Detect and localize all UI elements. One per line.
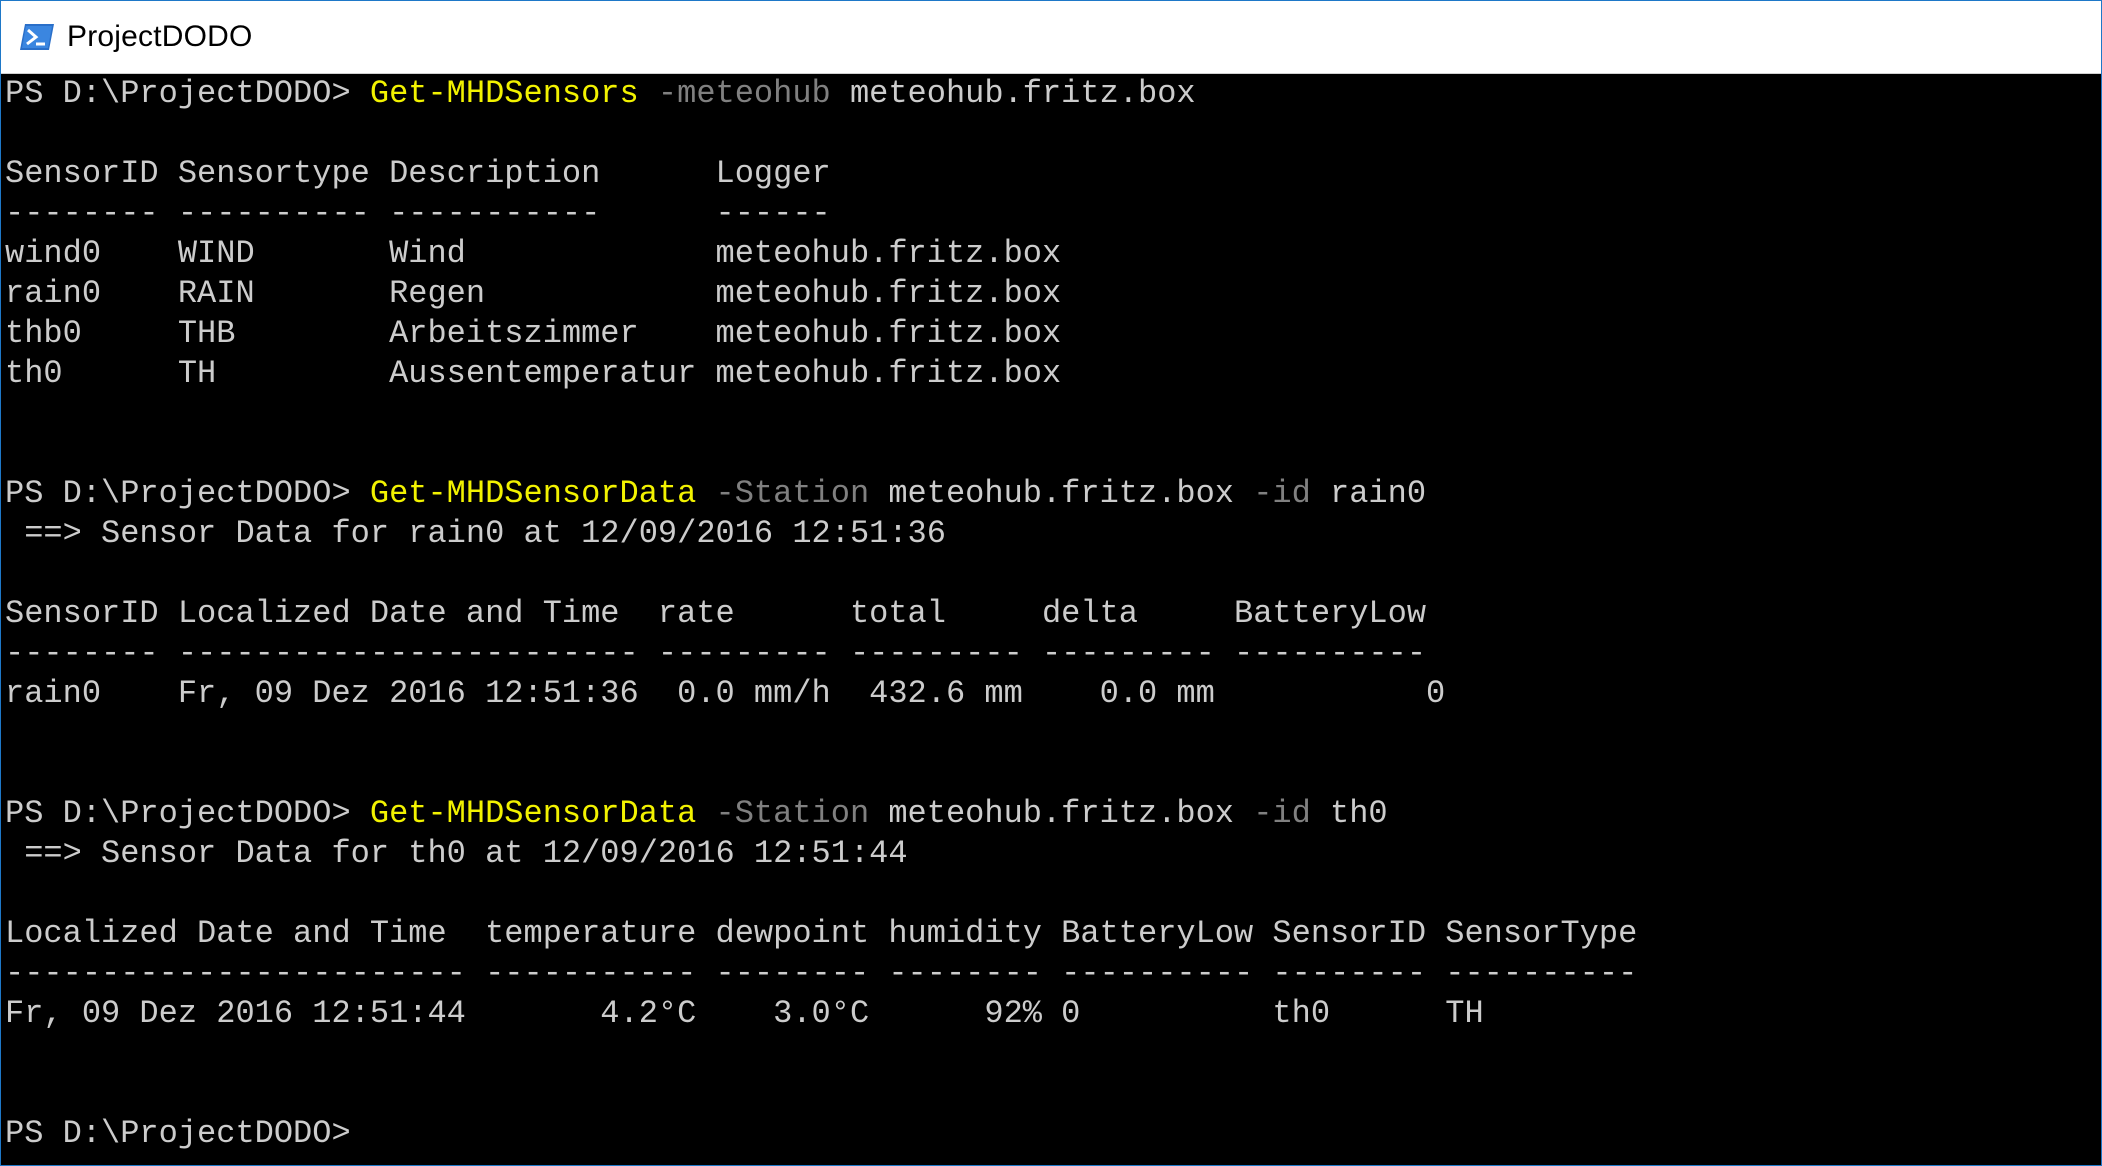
powershell-window: ProjectDODO PS D:\ProjectDODO> Get-MHDSe… (0, 0, 2102, 1166)
console-text: -------- ------------------------ ------… (5, 635, 1427, 672)
console-text: PS D:\ProjectDODO> (5, 75, 370, 112)
console-text: wind0 WIND Wind meteohub.fritz.box (5, 235, 1062, 272)
console-line: Localized Date and Time temperature dewp… (5, 914, 2101, 954)
console-line: PS D:\ProjectDODO> (5, 1114, 2101, 1154)
console-text: ------------------------ ----------- ---… (5, 955, 1638, 992)
console-line: PS D:\ProjectDODO> Get-MHDSensors -meteo… (5, 74, 2101, 114)
console-text: SensorID Localized Date and Time rate to… (5, 595, 1427, 632)
parameter-name: -meteohub (638, 75, 831, 112)
console-line: ==> Sensor Data for rain0 at 12/09/2016 … (5, 514, 2101, 554)
console-text: PS D:\ProjectDODO> (5, 795, 370, 832)
console-text: SensorID Sensortype Description Logger (5, 155, 831, 192)
console-line: th0 TH Aussentemperatur meteohub.fritz.b… (5, 354, 2101, 394)
console-text: Localized Date and Time temperature dewp… (5, 915, 1638, 952)
console-line: PS D:\ProjectDODO> Get-MHDSensorData -St… (5, 794, 2101, 834)
console-text: -------- ---------- ----------- ------ (5, 195, 831, 232)
console-text: ==> Sensor Data for th0 at 12/09/2016 12… (5, 835, 908, 872)
console-line: SensorID Localized Date and Time rate to… (5, 594, 2101, 634)
console-line: -------- ------------------------ ------… (5, 634, 2101, 674)
console-line: rain0 Fr, 09 Dez 2016 12:51:36 0.0 mm/h … (5, 674, 2101, 714)
console-line: -------- ---------- ----------- ------ (5, 194, 2101, 234)
console-text: meteohub.fritz.box (869, 795, 1234, 832)
parameter-name: -id (1234, 795, 1311, 832)
cmdlet-name: Get-MHDSensorData (369, 795, 697, 832)
title-bar[interactable]: ProjectDODO (1, 1, 2101, 74)
console-text: ==> Sensor Data for rain0 at 12/09/2016 … (5, 515, 946, 552)
console-line: thb0 THB Arbeitszimmer meteohub.fritz.bo… (5, 314, 2101, 354)
console-line: rain0 RAIN Regen meteohub.fritz.box (5, 274, 2101, 314)
cmdlet-name: Get-MHDSensorData (369, 475, 697, 512)
console-text: meteohub.fritz.box (830, 75, 1196, 112)
console-text: thb0 THB Arbeitszimmer meteohub.fritz.bo… (5, 315, 1062, 352)
console-text: rain0 RAIN Regen meteohub.fritz.box (5, 275, 1062, 312)
console-text: PS D:\ProjectDODO> (5, 475, 370, 512)
console-line: Fr, 09 Dez 2016 12:51:44 4.2°C 3.0°C 92%… (5, 994, 2101, 1034)
window-title: ProjectDODO (67, 20, 253, 53)
parameter-name: -id (1234, 475, 1311, 512)
cmdlet-name: Get-MHDSensors (369, 75, 639, 112)
console-line: ------------------------ ----------- ---… (5, 954, 2101, 994)
console-text: Fr, 09 Dez 2016 12:51:44 4.2°C 3.0°C 92%… (5, 995, 1484, 1032)
console-text: th0 TH Aussentemperatur meteohub.fritz.b… (5, 355, 1062, 392)
console-text: th0 (1310, 795, 1388, 832)
console-text: meteohub.fritz.box (869, 475, 1234, 512)
console-text: rain0 Fr, 09 Dez 2016 12:51:36 0.0 mm/h … (5, 675, 1446, 712)
console-line: wind0 WIND Wind meteohub.fritz.box (5, 234, 2101, 274)
console-text: PS D:\ProjectDODO> (5, 1115, 370, 1152)
console-line: ==> Sensor Data for th0 at 12/09/2016 12… (5, 834, 2101, 874)
parameter-name: -Station (696, 795, 870, 832)
console-line: PS D:\ProjectDODO> Get-MHDSensorData -St… (5, 474, 2101, 514)
powershell-icon (19, 22, 55, 52)
parameter-name: -Station (696, 475, 870, 512)
console-line: SensorID Sensortype Description Logger (5, 154, 2101, 194)
console-text: rain0 (1310, 475, 1427, 512)
console-output[interactable]: PS D:\ProjectDODO> Get-MHDSensors -meteo… (1, 74, 2101, 1165)
